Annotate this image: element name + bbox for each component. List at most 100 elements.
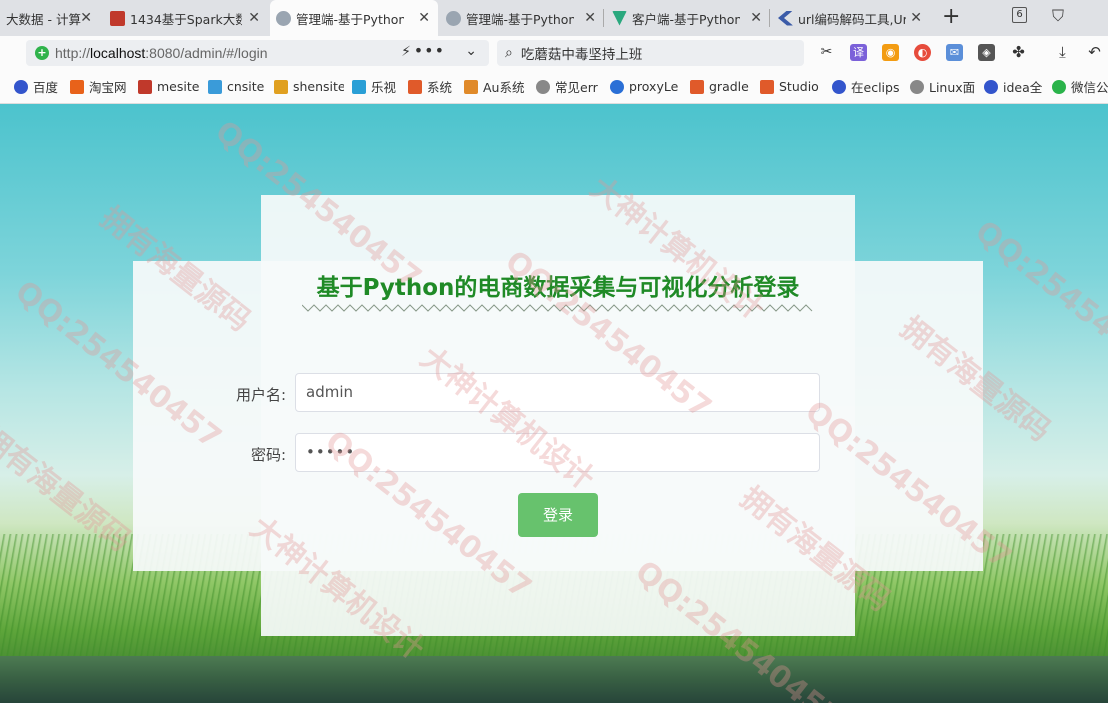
chevron-down-icon[interactable]: ⌄ — [465, 43, 477, 59]
tab-count-badge[interactable]: 6 — [1012, 7, 1027, 23]
c-logo-icon — [760, 79, 774, 94]
kite-logo-icon — [778, 10, 793, 26]
tab-item-active[interactable]: 管理端-基于Python ✕ — [270, 0, 438, 36]
play-icon — [208, 79, 222, 94]
url-prefix: http:// — [55, 45, 91, 61]
weibo-icon[interactable]: ◐ — [914, 44, 931, 61]
bookmark-label: 常见err — [555, 80, 598, 95]
search-box[interactable]: ⌕ 吃蘑菇中毒坚持上班 — [497, 40, 804, 66]
undo-icon[interactable]: ↶ — [1086, 44, 1103, 61]
bookmark-label: idea全 — [1003, 80, 1043, 95]
bookmark-label: 在eclips — [851, 80, 900, 95]
bookmark-label: Studio — [779, 79, 819, 94]
bookmark-item[interactable]: Linux面 — [910, 70, 976, 103]
tab-item[interactable]: url编码解码工具,Ur ✕ — [772, 0, 930, 36]
login-page: 基于Python的电商数据采集与可视化分析登录 用户名: admin 密码: •… — [0, 104, 1108, 703]
bookmark-item[interactable]: mesite — [138, 70, 200, 103]
mail-icon[interactable]: ✉ — [946, 44, 963, 61]
translate-icon[interactable]: 译 — [850, 44, 867, 61]
tab-separator — [769, 9, 770, 27]
tv-icon — [352, 79, 366, 94]
globe-icon — [446, 10, 461, 26]
watermark-text: QQ:254540457 — [968, 214, 1108, 397]
tab-item[interactable]: 1434基于Spark大数据 ✕ — [104, 0, 268, 36]
security-shield-icon[interactable]: + — [35, 46, 49, 60]
bookmark-label: cnsite — [227, 79, 265, 94]
tab-title: 管理端-基于Python — [466, 11, 574, 27]
bookmark-label: proxyLe — [629, 79, 679, 94]
bookmark-item[interactable]: shensite — [274, 70, 344, 103]
tab-title: 客户端-基于Python — [632, 11, 740, 27]
address-bar[interactable]: + http://localhost:8080/admin/#/login ⚡ … — [26, 40, 489, 66]
globe-icon — [276, 10, 291, 26]
search-text: 吃蘑菇中毒坚持上班 — [520, 47, 643, 63]
username-label: 用户名: — [235, 386, 286, 404]
bookmark-item[interactable]: 微信公 — [1052, 70, 1108, 103]
close-icon[interactable]: ✕ — [750, 10, 762, 26]
tab-item[interactable]: 管理端-基于Python ✕ — [440, 0, 604, 36]
favicon-icon — [110, 10, 125, 26]
scissors-icon[interactable]: ✂ — [818, 44, 835, 61]
paw-icon — [832, 79, 846, 94]
system-icon — [464, 79, 478, 94]
bookmark-label: Au系统 — [483, 80, 525, 95]
bookmark-item[interactable]: 乐视 — [352, 70, 400, 103]
bookmark-item[interactable]: 系统 — [408, 70, 456, 103]
bookmark-item[interactable]: 常见err — [536, 70, 598, 103]
bookmark-item[interactable]: 百度 — [14, 70, 64, 103]
url-rest: :8080/admin/#/login — [145, 45, 268, 61]
tab-title: 1434基于Spark大数据 — [130, 11, 242, 27]
bookmark-label: 淘宝网 — [89, 80, 127, 95]
lightning-icon[interactable]: ⚡ — [401, 44, 411, 60]
close-icon[interactable]: ✕ — [80, 10, 92, 26]
bookmark-item[interactable]: 淘宝网 — [70, 70, 132, 103]
login-button[interactable]: 登录 — [518, 493, 598, 537]
page-title: 基于Python的电商数据采集与可视化分析登录 — [316, 275, 800, 301]
download-icon[interactable]: ⤓ — [1054, 44, 1071, 61]
skin-shirt-icon[interactable]: ⛉ — [1052, 6, 1064, 26]
bookmark-label: mesite — [157, 79, 200, 94]
bookmark-label: 百度 — [33, 80, 59, 95]
tab-item[interactable]: 客户端-基于Python ✕ — [606, 0, 770, 36]
c-logo-icon — [690, 79, 704, 94]
site-icon — [274, 79, 288, 94]
game-icon[interactable]: ◉ — [882, 44, 899, 61]
puzzle-icon[interactable]: ✤ — [1010, 44, 1027, 61]
bookmark-item[interactable]: Au系统 — [464, 70, 528, 103]
new-tab-plus-icon[interactable]: + — [942, 4, 960, 29]
globe-icon — [910, 79, 924, 94]
c-logo-icon — [408, 79, 422, 94]
username-input[interactable]: admin — [295, 373, 820, 412]
password-input[interactable]: ••••• — [295, 433, 820, 472]
paw-icon — [14, 79, 28, 94]
bookmark-label: gradle — [709, 79, 749, 94]
bookmark-label: 微信公 — [1071, 80, 1108, 95]
bookmarks-bar: 百度 淘宝网 mesite cnsite shensite 乐视 系统 Au系统… — [0, 70, 1108, 104]
vue-logo-icon — [612, 10, 627, 26]
bookmark-item[interactable]: Studio — [760, 70, 822, 103]
browser-toolbar: + http://localhost:8080/admin/#/login ⚡ … — [0, 36, 1108, 70]
tab-title: url编码解码工具,Ur — [798, 11, 906, 27]
bookmark-label: 系统 — [427, 80, 453, 95]
close-icon[interactable]: ✕ — [584, 10, 596, 26]
close-icon[interactable]: ✕ — [910, 10, 922, 26]
bookmark-item[interactable]: idea全 — [984, 70, 1044, 103]
extension-box-icon[interactable]: ◈ — [978, 44, 995, 61]
paw-icon — [984, 79, 998, 94]
bookmark-item[interactable]: proxyLe — [610, 70, 682, 103]
tab-item[interactable]: 大数据 - 计算 ✕ — [0, 0, 100, 36]
bookmark-item[interactable]: gradle — [690, 70, 752, 103]
url-host: localhost — [90, 45, 146, 61]
title-underline-wave — [302, 304, 813, 312]
search-icon: ⌕ — [505, 45, 513, 61]
close-icon[interactable]: ✕ — [418, 10, 430, 26]
site-icon — [610, 79, 624, 94]
bookmark-item[interactable]: 在eclips — [832, 70, 902, 103]
more-dots-icon[interactable]: ••• — [414, 41, 445, 60]
bookmark-label: shensite — [293, 79, 344, 94]
close-icon[interactable]: ✕ — [248, 10, 260, 26]
bookmark-item[interactable]: cnsite — [208, 70, 266, 103]
address-url[interactable]: http://localhost:8080/admin/#/login — [55, 45, 268, 61]
taobao-icon — [70, 79, 84, 94]
globe-icon — [536, 79, 550, 94]
